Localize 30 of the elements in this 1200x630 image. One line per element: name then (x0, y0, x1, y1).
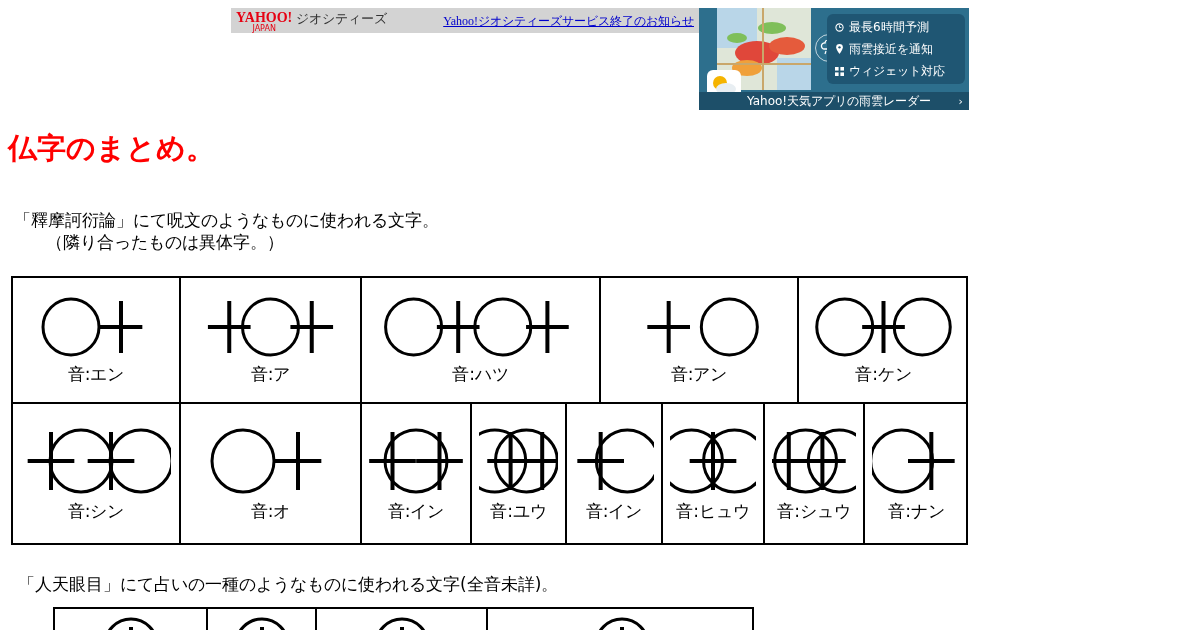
location-pin-icon (835, 44, 844, 54)
service-name: ジオシティーズ (296, 11, 388, 25)
reading-text: 音:イン (585, 499, 643, 522)
clock-icon (835, 22, 844, 32)
reading-text: 音:ヒュウ (676, 499, 750, 522)
logo-text: YAHOO! (236, 11, 293, 25)
chevron-icon: › (958, 95, 963, 107)
cta-text: Yahoo!天気アプリの雨雲レーダー (747, 95, 932, 107)
logo-subtext: JAPAN (252, 25, 276, 33)
reading-text: 音:オ (250, 499, 291, 522)
reading-text: 音:ケン (855, 363, 912, 385)
ad-banner[interactable]: 最長6時間予測 雨雲接近を通知 ウィジェット対応 Yahoo!天気アプリの雨雲レーダー › (699, 8, 969, 110)
feature-label: ウィジェット対応 (849, 65, 945, 77)
notice-link[interactable]: Yahoo!ジオシティーズサービス終了のお知らせ (443, 8, 694, 30)
section-text: 「人天眼目」にて占いの一種のようなものに使われる文字(全音未詳)。 (18, 573, 560, 595)
intro-text: （隣り合ったものは異体字。） (45, 231, 285, 253)
feature-label: 最長6時間予測 (849, 21, 929, 33)
reading-text: 音:エン (67, 363, 125, 385)
reading-text: 音:シュウ (777, 499, 851, 522)
reading-text: 音:イン (387, 499, 445, 522)
reading-text: 音:シン (67, 499, 125, 522)
reading-text: 音:アン (670, 363, 728, 385)
feature-label: 雨雲接近を通知 (849, 43, 933, 55)
reading-text: 音:ア (250, 363, 291, 385)
intro-text: 「釋摩訶衍論」にて呪文のようなものに使われる文字。 (14, 209, 440, 231)
widget-icon (835, 66, 844, 76)
reading-text: 音:ハツ (452, 363, 509, 385)
reading-text: 音:ナン (888, 499, 945, 522)
reading-text: 音:ユウ (490, 499, 547, 522)
page-heading: 仏字のまとめ。 (8, 134, 216, 163)
